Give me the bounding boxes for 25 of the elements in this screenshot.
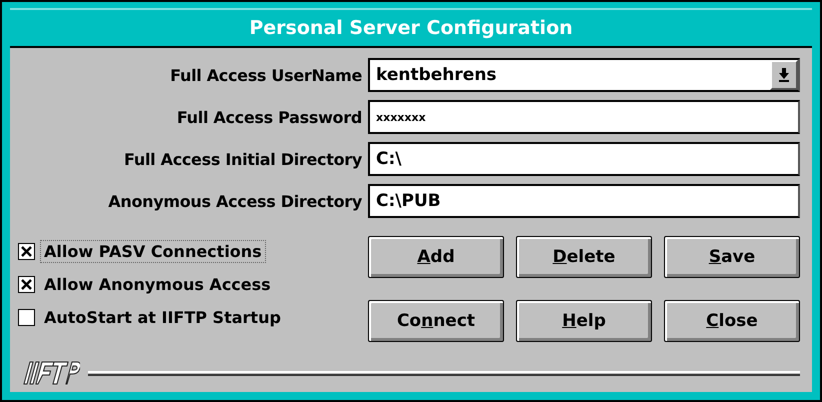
checkbox[interactable] [18,276,35,293]
field-label: Anonymous Access Directory [107,192,362,210]
username-combo[interactable]: kentbehrens [368,58,800,92]
dialog-button[interactable]: Connect [368,300,504,342]
dialog-button[interactable]: Close [664,300,800,342]
field-label: Full Access Initial Directory [123,150,362,168]
cross-icon [21,246,32,257]
dialog-button[interactable]: Save [664,236,800,278]
dialog-button[interactable]: Delete [516,236,652,278]
checkbox-label[interactable]: Allow Anonymous Access [40,273,275,296]
input-field[interactable]: C:\PUB [368,184,800,218]
window-title: Personal Server Configuration [10,8,812,48]
checkbox[interactable] [18,309,35,326]
cross-icon [21,279,32,290]
down-arrow-icon [778,68,790,82]
checkbox[interactable] [18,243,35,260]
field-label: Full Access UserName [169,66,362,84]
input-field[interactable]: C:\ [368,142,800,176]
dialog-button[interactable]: Help [516,300,652,342]
checkbox-label[interactable]: AutoStart at IIFTP Startup [40,306,285,329]
checkbox-label[interactable]: Allow PASV Connections [40,240,266,263]
dialog-button[interactable]: Add [368,236,504,278]
field-label: Full Access Password [176,108,362,126]
password-field[interactable]: xxxxxxx [368,100,800,134]
dropdown-button[interactable] [770,60,798,90]
